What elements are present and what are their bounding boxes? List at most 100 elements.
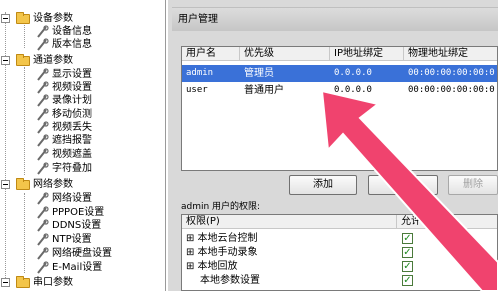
- tree-label: 遮挡报警: [52, 135, 92, 146]
- tree-node-serial-params[interactable]: 串口参数: [0, 276, 165, 289]
- wrench-icon: [37, 219, 49, 232]
- tree-node-ntp[interactable]: NTP设置: [0, 233, 165, 246]
- wrench-icon: [37, 108, 49, 121]
- permission-header: 权限(P) 允许: [182, 215, 497, 229]
- tree-label: 视频丢失: [52, 122, 92, 133]
- table-row-admin[interactable]: admin 管理员 0.0.0.0 00:00:00:00:00:0: [182, 65, 497, 82]
- permission-row[interactable]: 本地参数设置 ✓: [182, 274, 497, 287]
- tree-label: NTP设置: [52, 234, 92, 245]
- wrench-icon: [37, 233, 49, 246]
- modify-user-button[interactable]: 修: [368, 175, 438, 195]
- permission-row[interactable]: ⊞ 本地云台控制 ✓: [182, 232, 497, 245]
- permission-label: ⊞ 本地手动录象: [186, 247, 258, 258]
- allow-checkbox[interactable]: ✓: [402, 275, 413, 286]
- wrench-icon: [37, 121, 49, 134]
- column-header-username[interactable]: 用户名: [182, 47, 240, 61]
- permission-caption: admin 用户的权限:: [181, 202, 261, 212]
- panel-title: 用户管理: [172, 7, 498, 31]
- tree-node-motion-detect[interactable]: 移动侦测: [0, 108, 165, 121]
- add-user-button[interactable]: 添加: [289, 175, 357, 195]
- wrench-icon: [37, 148, 49, 161]
- wrench-icon: [37, 68, 49, 81]
- tree-label: 移动侦测: [52, 109, 92, 120]
- cell-mac: 00:00:00:00:00:0: [408, 85, 495, 95]
- tree-node-channel-params[interactable]: 通道参数: [0, 54, 165, 67]
- tree-node-tamper-alarm[interactable]: 遮挡报警: [0, 134, 165, 147]
- tree-node-device-params[interactable]: 设备参数: [0, 12, 165, 25]
- table-row-user[interactable]: user 普通用户 0.0.0.0 00:00:00:00:00:0: [182, 82, 497, 99]
- column-header-level[interactable]: 优先级: [240, 47, 330, 61]
- tree-node-nas[interactable]: 网络硬盘设置: [0, 247, 165, 260]
- cell-username: admin: [186, 68, 214, 78]
- tree-label: 设备参数: [33, 13, 73, 24]
- collapse-icon[interactable]: [1, 14, 10, 23]
- wrench-icon: [37, 134, 49, 147]
- wrench-icon: [37, 261, 49, 274]
- tree-label: 网络设置: [52, 193, 92, 204]
- tree-node-video[interactable]: 视频设置: [0, 81, 165, 94]
- wrench-icon: [37, 206, 49, 219]
- tree-node-network-params[interactable]: 网络参数: [0, 178, 165, 191]
- cell-level: 普通用户: [244, 85, 284, 96]
- tree-label: 版本信息: [52, 39, 92, 50]
- permission-row[interactable]: ⊞ 本地手动录象 ✓: [182, 246, 497, 259]
- allow-checkbox[interactable]: ✓: [402, 247, 413, 258]
- permission-label: 本地参数设置: [200, 275, 260, 286]
- column-header-permission[interactable]: 权限(P): [182, 215, 397, 229]
- tree-label: DDNS设置: [52, 220, 102, 231]
- folder-icon: [16, 178, 30, 190]
- cell-ip: 0.0.0.0: [334, 68, 372, 78]
- folder-icon: [16, 54, 30, 66]
- wrench-icon: [37, 192, 49, 205]
- wrench-icon: [37, 81, 49, 94]
- tree-label: 网络参数: [33, 179, 73, 190]
- cell-mac: 00:00:00:00:00:0: [408, 68, 495, 78]
- allow-checkbox[interactable]: ✓: [402, 261, 413, 272]
- user-table-header: 用户名 优先级 IP地址绑定 物理地址绑定: [182, 47, 497, 61]
- collapse-icon[interactable]: [1, 180, 10, 189]
- column-header-ip[interactable]: IP地址绑定: [330, 47, 404, 61]
- tree-node-video-mask[interactable]: 视频遮盖: [0, 148, 165, 161]
- tree-label: 通道参数: [33, 55, 73, 66]
- tree-node-osd[interactable]: 字符叠加: [0, 162, 165, 175]
- tree-label: 网络硬盘设置: [52, 248, 112, 259]
- wrench-icon: [37, 162, 49, 175]
- tree-label: 设备信息: [52, 26, 92, 37]
- allow-checkbox[interactable]: ✓: [402, 233, 413, 244]
- tree-label: 视频设置: [52, 82, 92, 93]
- collapse-icon[interactable]: [1, 56, 10, 65]
- wrench-icon: [37, 38, 49, 51]
- delete-user-button[interactable]: 删除: [448, 175, 498, 195]
- user-management-panel: 用户管理 用户名 优先级 IP地址绑定 物理地址绑定 admin 管理员 0.0…: [168, 0, 498, 291]
- cell-ip: 0.0.0.0: [334, 85, 372, 95]
- tree-node-pppoe[interactable]: PPPOE设置: [0, 206, 165, 219]
- tree-node-ddns[interactable]: DDNS设置: [0, 219, 165, 232]
- tree-label: 录像计划: [52, 95, 92, 106]
- expand-icon[interactable]: [1, 278, 10, 287]
- wrench-icon: [37, 94, 49, 107]
- wrench-icon: [37, 25, 49, 38]
- tree-node-record-plan[interactable]: 录像计划: [0, 94, 165, 107]
- tree-label: 字符叠加: [52, 163, 92, 174]
- tree-node-version-info[interactable]: 版本信息: [0, 38, 165, 51]
- tree-label: PPPOE设置: [52, 207, 105, 218]
- column-header-allow[interactable]: 允许: [397, 215, 498, 229]
- permission-table[interactable]: 权限(P) 允许 ⊞ 本地云台控制 ✓ ⊞ 本地手动录象 ✓ ⊞ 本地回放 ✓ …: [181, 214, 498, 291]
- folder-icon: [16, 12, 30, 24]
- tree-node-email[interactable]: E-Mail设置: [0, 261, 165, 274]
- tree-node-network-settings[interactable]: 网络设置: [0, 192, 165, 205]
- cell-level: 管理员: [244, 68, 274, 79]
- tree-node-display[interactable]: 显示设置: [0, 68, 165, 81]
- tree-node-device-info[interactable]: 设备信息: [0, 25, 165, 38]
- tree-label: E-Mail设置: [52, 262, 103, 273]
- tree-label: 视频遮盖: [52, 149, 92, 160]
- folder-icon: [16, 276, 30, 288]
- permission-row[interactable]: ⊞ 本地回放 ✓: [182, 260, 497, 273]
- user-list-table[interactable]: 用户名 优先级 IP地址绑定 物理地址绑定 admin 管理员 0.0.0.0 …: [181, 46, 498, 171]
- permission-label: ⊞ 本地云台控制: [186, 233, 258, 244]
- cell-username: user: [186, 85, 208, 95]
- tree-node-video-loss[interactable]: 视频丢失: [0, 121, 165, 134]
- tree-label: 串口参数: [33, 277, 73, 288]
- column-header-mac[interactable]: 物理地址绑定: [404, 47, 498, 61]
- permission-label: ⊞ 本地回放: [186, 261, 238, 272]
